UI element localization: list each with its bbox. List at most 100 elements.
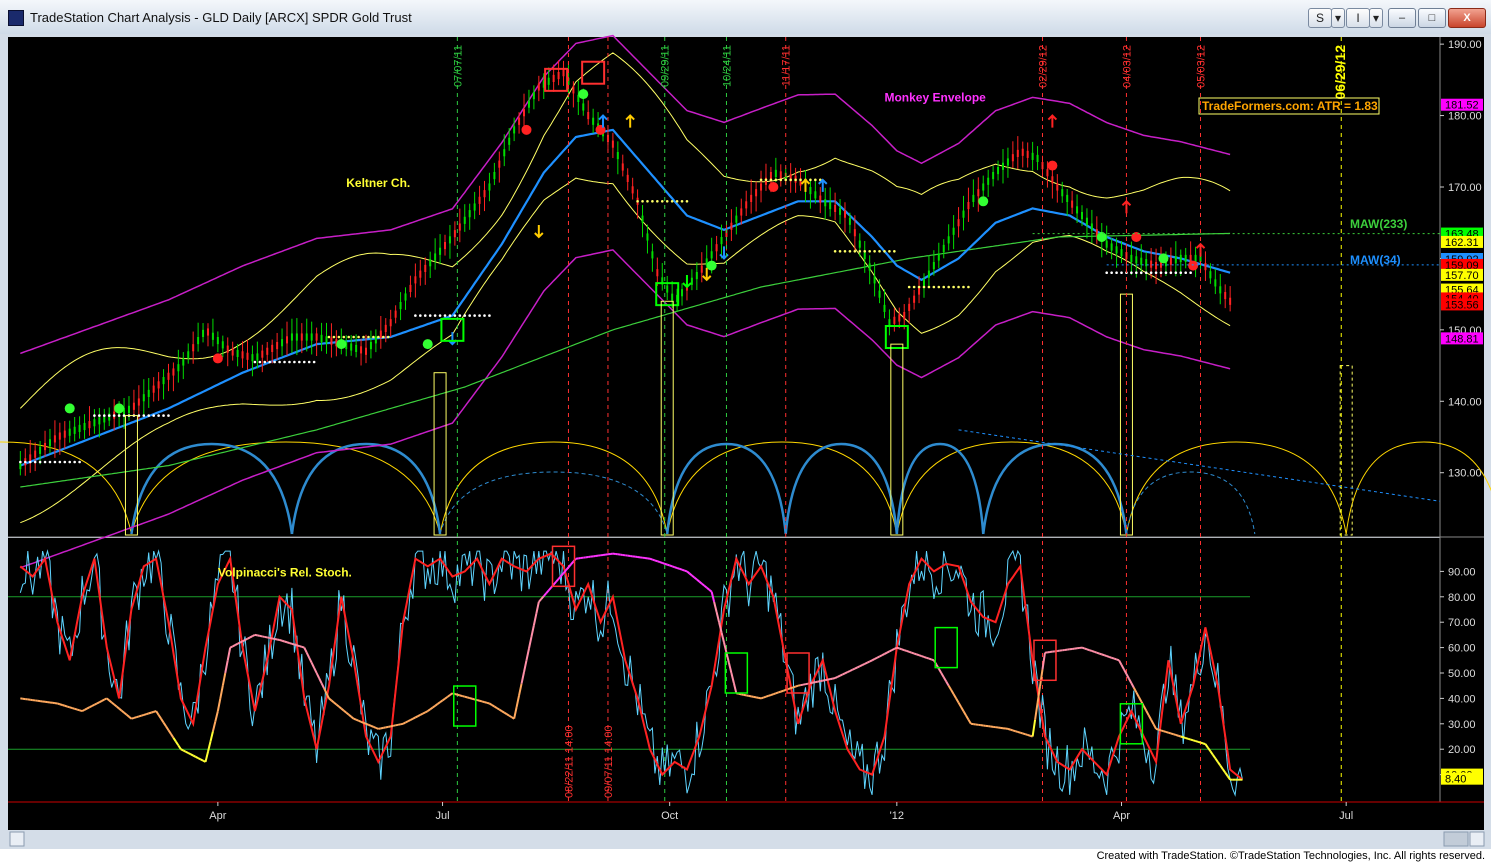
rel-stoch-segment bbox=[237, 641, 241, 645]
rel-stoch-segment bbox=[812, 681, 816, 684]
rel-stoch-segment bbox=[1170, 732, 1174, 736]
stop-dot bbox=[327, 335, 331, 339]
minimize-button[interactable]: – bbox=[1388, 8, 1416, 28]
rel-stoch-segment bbox=[802, 683, 806, 686]
price-bar-body bbox=[908, 303, 911, 311]
stop-dot bbox=[660, 199, 664, 203]
price-bar-body bbox=[957, 219, 960, 227]
stop-dot bbox=[675, 199, 679, 203]
stop-dot bbox=[883, 249, 886, 253]
stop-dot bbox=[273, 360, 276, 364]
rel-stoch-segment bbox=[911, 651, 915, 655]
symbol-link-button[interactable]: S bbox=[1308, 8, 1332, 28]
price-bar-body bbox=[537, 83, 540, 91]
price-bar-body bbox=[750, 194, 753, 202]
rel-stoch-segment bbox=[795, 684, 799, 688]
date-line-label: 11/17/11 bbox=[781, 45, 793, 86]
stop-dot bbox=[386, 335, 390, 339]
price-bar-body bbox=[424, 264, 427, 272]
price-bar-body bbox=[360, 346, 363, 354]
rel-stoch-segment bbox=[851, 667, 856, 671]
price-bar-body bbox=[587, 112, 590, 120]
signal-ball bbox=[978, 196, 989, 207]
rel-stoch-segment bbox=[81, 708, 85, 712]
price-bar-body bbox=[843, 210, 846, 218]
stop-dot bbox=[423, 314, 427, 317]
rel-stoch-segment bbox=[800, 683, 804, 687]
rel-stoch-segment bbox=[267, 636, 270, 639]
rel-stoch-segment bbox=[89, 705, 93, 709]
rel-stoch-segment bbox=[501, 710, 505, 714]
rel-stoch-segment bbox=[1165, 730, 1169, 734]
price-bar-body bbox=[152, 385, 155, 393]
price-bar-body bbox=[1130, 254, 1133, 262]
rel-stoch-segment bbox=[1101, 653, 1105, 657]
interval-link-dropdown-icon[interactable]: ▾ bbox=[1369, 8, 1383, 28]
rel-stoch-label: Volpinacci's Rel. Stoch. bbox=[218, 565, 352, 579]
chart-canvas[interactable]: 190.00180.00170.00160.00150.00140.00130.… bbox=[0, 34, 1491, 849]
price-bar-body bbox=[814, 191, 817, 199]
price-bar-body bbox=[952, 227, 955, 235]
rel-stoch-segment bbox=[669, 564, 673, 568]
rel-stoch-segment bbox=[296, 644, 300, 648]
rel-stoch-segment bbox=[471, 697, 475, 701]
symbol-link-dropdown-icon[interactable]: ▾ bbox=[1331, 8, 1345, 28]
rel-stoch-segment bbox=[896, 646, 900, 650]
price-bar-body bbox=[774, 169, 777, 177]
stop-dot bbox=[853, 249, 857, 253]
rel-stoch-segment bbox=[291, 642, 295, 646]
stop-dot bbox=[1139, 271, 1143, 275]
rel-stoch-segment bbox=[454, 693, 458, 696]
stop-dot bbox=[646, 199, 649, 203]
price-bar-body bbox=[226, 345, 229, 353]
price-bar-body bbox=[513, 126, 516, 134]
rel-stoch-segment bbox=[375, 726, 379, 730]
stop-dot bbox=[656, 199, 659, 203]
rel-stoch-segment bbox=[884, 651, 888, 655]
rel-stoch-segment bbox=[1187, 737, 1191, 741]
price-bar-body bbox=[463, 216, 466, 224]
close-button[interactable]: X bbox=[1448, 8, 1486, 28]
price-bar-body bbox=[1051, 176, 1054, 184]
stop-dot bbox=[665, 199, 669, 203]
stop-dot bbox=[283, 360, 286, 364]
stop-dot bbox=[962, 285, 965, 289]
price-tick-label: 180.00 bbox=[1448, 111, 1482, 123]
stop-dot bbox=[1105, 271, 1108, 275]
stop-dot bbox=[112, 414, 116, 417]
rel-stoch-segment bbox=[289, 642, 293, 645]
price-bar-body bbox=[231, 348, 234, 356]
rel-stoch-segment bbox=[879, 654, 883, 658]
rel-stoch-segment bbox=[301, 645, 305, 649]
stop-dot bbox=[147, 414, 151, 417]
price-bar-body bbox=[932, 262, 935, 270]
time-tick-label: Apr bbox=[209, 810, 226, 822]
rel-stoch-segment bbox=[84, 707, 88, 711]
stop-dot bbox=[152, 414, 155, 417]
stop-dot bbox=[907, 285, 911, 289]
interval-link-button[interactable]: I bbox=[1346, 8, 1370, 28]
stop-dot bbox=[952, 285, 955, 289]
rel-stoch-segment bbox=[378, 727, 382, 730]
date-line-label: 07/07/11 bbox=[452, 45, 464, 87]
price-bar-body bbox=[34, 450, 37, 458]
rel-stoch-segment bbox=[671, 565, 675, 569]
price-bar-body bbox=[300, 333, 303, 341]
stop-dot bbox=[428, 314, 432, 317]
rel-stoch-segment bbox=[368, 723, 372, 727]
price-bar-body bbox=[1155, 262, 1158, 270]
price-bar-body bbox=[394, 310, 397, 318]
price-bar-body bbox=[927, 270, 930, 278]
time-tick-label: Apr bbox=[1113, 810, 1130, 822]
rel-stoch-segment bbox=[96, 701, 100, 705]
maximize-button[interactable]: □ bbox=[1418, 8, 1446, 28]
rel-stoch-segment bbox=[839, 673, 843, 677]
price-bar-body bbox=[350, 343, 353, 351]
rel-stoch-segment bbox=[1089, 649, 1093, 652]
price-bar-body bbox=[779, 171, 782, 179]
stop-dot bbox=[789, 178, 792, 182]
rel-stoch-segment bbox=[790, 686, 794, 690]
price-badge-label: 153.56 bbox=[1445, 299, 1479, 311]
rel-stoch-segment bbox=[918, 654, 922, 658]
stop-dot bbox=[799, 178, 802, 182]
